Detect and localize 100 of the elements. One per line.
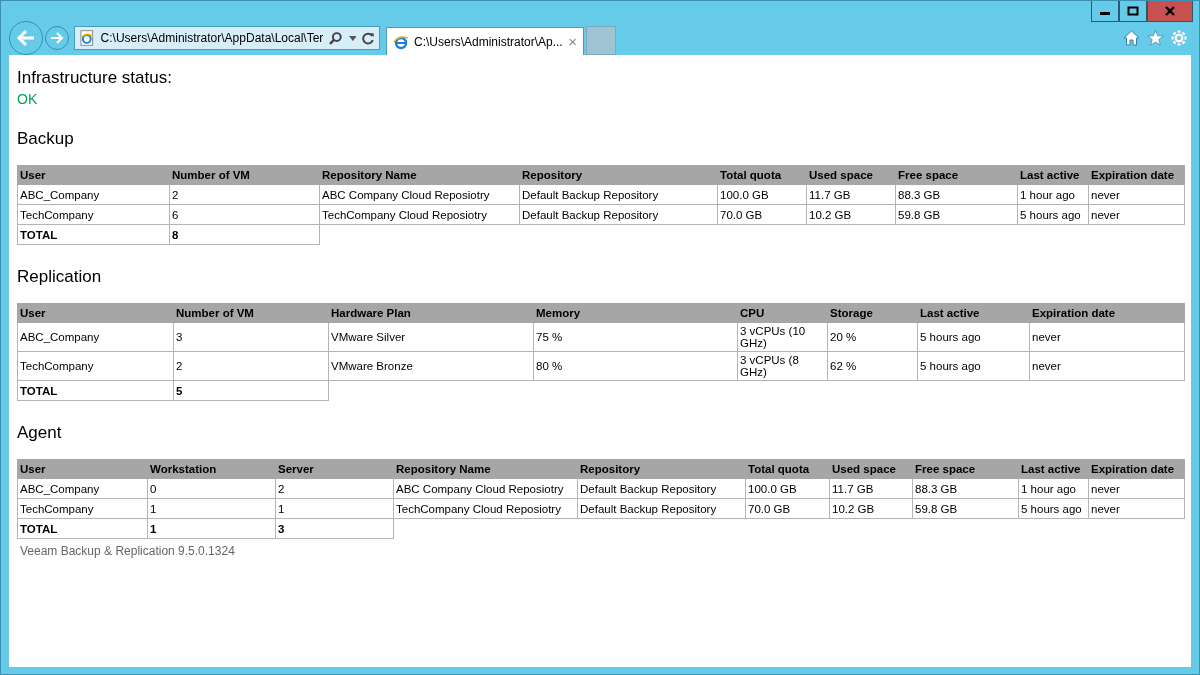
column-header: User [17,165,170,185]
total-cell: 8 [169,224,320,245]
table-cell: ABC Company Cloud Reposiotry [393,478,578,499]
page-icon [79,30,95,46]
table-cell: Default Backup Repository [519,204,718,225]
table-cell: 10.2 GB [806,204,896,225]
column-header: Free space [895,165,1018,185]
forward-arrow-icon [50,32,64,44]
table-cell: 88.3 GB [895,184,1018,205]
table-cell: 10.2 GB [829,498,913,519]
browser-logo-icon [393,33,409,50]
table-cell: Default Backup Repository [577,478,746,499]
table-cell: 3 vCPUs (8 GHz) [737,351,828,381]
table-cell: 5 hours ago [917,322,1030,352]
forward-button[interactable] [45,26,69,50]
table-cell: TechCompany Cloud Reposiotry [393,498,578,519]
table-cell: 5 hours ago [917,351,1030,381]
search-icon[interactable] [328,31,343,45]
table-cell: 70.0 GB [745,498,830,519]
table-cell: 6 [169,204,320,225]
column-header: User [17,303,174,323]
column-header: Used space [806,165,896,185]
tab-close-button[interactable]: × [568,33,577,50]
column-header: Last active [917,303,1030,323]
table-cell: TechCompany Cloud Reposiotry [319,204,520,225]
table-cell: ABC_Company [17,322,174,352]
column-header: Expiration date [1088,459,1185,479]
column-header: Last active [1018,459,1089,479]
table-cell: 88.3 GB [912,478,1019,499]
dropdown-caret-icon[interactable] [348,35,357,41]
status-heading: Infrastructure status: [17,68,173,88]
table-cell: never [1029,322,1185,352]
maximize-button[interactable] [1119,1,1147,22]
table-cell: Default Backup Repository [577,498,746,519]
refresh-icon[interactable] [362,31,375,45]
column-header: User [17,459,148,479]
close-button[interactable] [1147,1,1193,22]
total-cell: 1 [147,518,276,539]
browser-tab[interactable]: C:\Users\Administrator\Ap... × [386,27,584,55]
column-header: Last active [1017,165,1089,185]
table-cell: 59.8 GB [912,498,1019,519]
column-header: Number of VM [169,165,320,185]
table-cell: 3 vCPUs (10 GHz) [737,322,828,352]
table-cell: 100.0 GB [745,478,830,499]
status-value: OK [17,91,39,107]
table-cell: never [1088,184,1185,205]
column-header: Workstation [147,459,276,479]
table-cell: 70.0 GB [717,204,807,225]
address-bar[interactable]: C:\Users\Administrator\AppData\Local\Ter [74,26,380,50]
table-cell: VMware Bronze [328,351,534,381]
table-cell: 1 hour ago [1017,184,1089,205]
address-text: C:\Users\Administrator\AppData\Local\Ter [100,31,323,45]
column-header: Free space [912,459,1019,479]
column-header: Server [275,459,394,479]
column-header: Used space [829,459,913,479]
column-header: Expiration date [1088,165,1185,185]
section-heading: Backup [17,129,75,149]
table-cell: 100.0 GB [717,184,807,205]
column-header: Expiration date [1029,303,1185,323]
table-cell: 2 [169,184,320,205]
table-cell: 59.8 GB [895,204,1018,225]
minimize-button[interactable] [1091,1,1119,22]
maximize-icon [1127,6,1139,16]
column-header: CPU [737,303,828,323]
table-cell: 2 [173,351,329,381]
home-icon[interactable] [1123,30,1140,46]
star-icon[interactable] [1147,30,1164,46]
table-cell: 2 [275,478,394,499]
table-cell: never [1088,478,1185,499]
table-cell: ABC_Company [17,478,148,499]
table-cell: never [1088,498,1185,519]
table-cell: 1 [275,498,394,519]
close-icon [1164,6,1176,16]
table-cell: TechCompany [17,498,148,519]
table-cell: 1 [147,498,276,519]
table-cell: 5 hours ago [1017,204,1089,225]
tab-title: C:\Users\Administrator\Ap... [414,34,564,49]
table-cell: never [1088,204,1185,225]
table-cell: 62 % [827,351,918,381]
column-header: Repository [519,165,718,185]
column-header: Repository Name [319,165,520,185]
column-header: Total quota [745,459,830,479]
back-button[interactable] [9,21,43,55]
column-header: Storage [827,303,918,323]
table-cell: TechCompany [17,351,174,381]
table-cell: 1 hour ago [1018,478,1089,499]
column-header: Total quota [717,165,807,185]
table-cell: 3 [173,322,329,352]
table-cell: 0 [147,478,276,499]
column-header: Memory [533,303,738,323]
table-cell: 11.7 GB [806,184,896,205]
total-cell: TOTAL [17,518,148,539]
table-cell: 75 % [533,322,738,352]
section-heading: Agent [17,423,63,443]
column-header: Hardware Plan [328,303,534,323]
total-cell: TOTAL [17,380,174,401]
total-cell: TOTAL [17,224,170,245]
table-cell: 80 % [533,351,738,381]
column-header: Repository Name [393,459,578,479]
table-cell: ABC_Company [17,184,170,205]
